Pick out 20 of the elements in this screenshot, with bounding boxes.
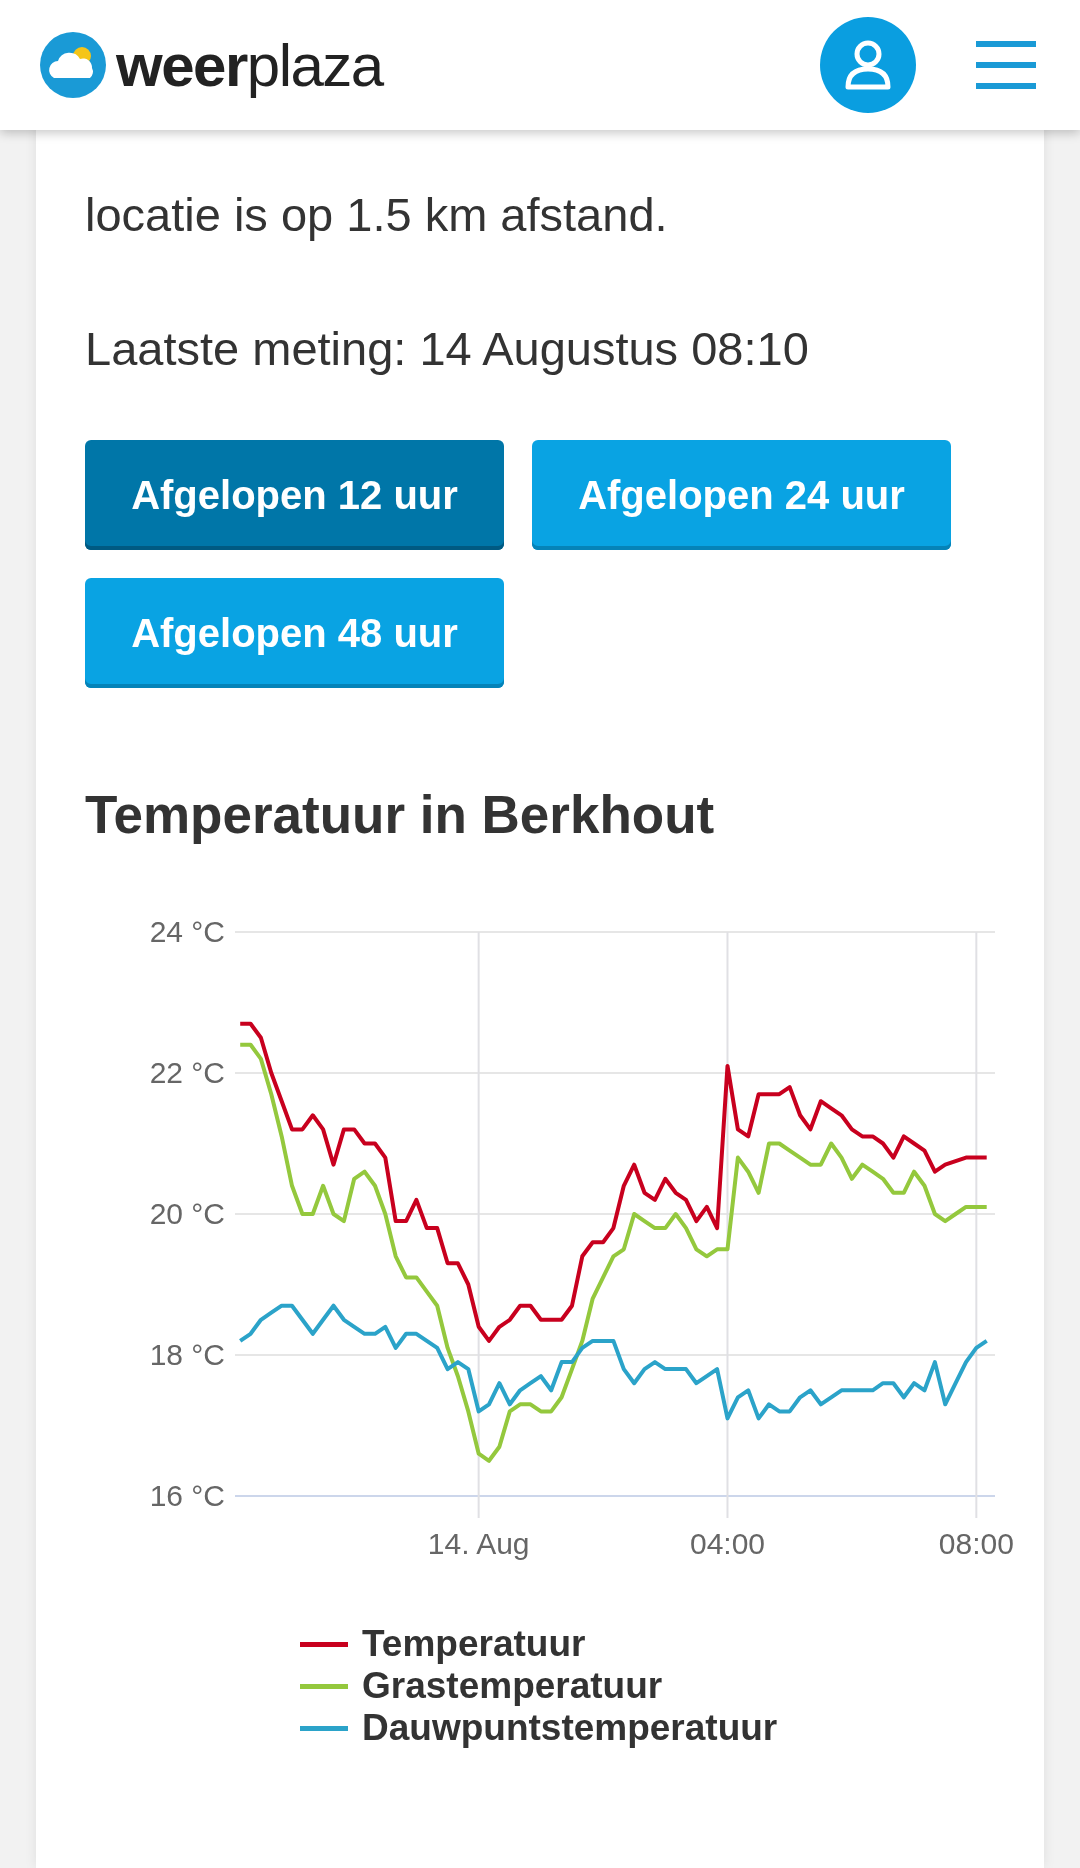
last-measurement-text: Laatste meting: 14 Augustus 08:10 bbox=[85, 321, 810, 377]
logo-text[interactable]: weerplaza bbox=[116, 30, 383, 100]
y-axis-label: 18 °C bbox=[149, 1338, 225, 1371]
y-axis-label: 24 °C bbox=[149, 915, 225, 948]
x-axis-label: 08:00 bbox=[938, 1527, 1014, 1560]
user-icon bbox=[844, 39, 892, 91]
x-axis-label: 04:00 bbox=[689, 1527, 766, 1560]
legend-label[interactable]: Temperatuur bbox=[362, 1625, 586, 1663]
y-axis-label: 16 °C bbox=[149, 1479, 225, 1512]
cloud-sun-logo-icon bbox=[40, 32, 106, 98]
menu-icon bbox=[976, 41, 1036, 89]
chart-title: Temperatuur in Berkhout bbox=[85, 785, 716, 845]
legend-label[interactable]: Dauwpuntstemperatuur bbox=[362, 1709, 778, 1747]
period-button[interactable]: Afgelopen 12 uur bbox=[85, 440, 504, 550]
y-axis-label: 22 °C bbox=[149, 1056, 225, 1089]
y-axis-label: 20 °C bbox=[149, 1197, 225, 1230]
x-axis-label: 14. Aug bbox=[427, 1527, 530, 1560]
menu-button[interactable] bbox=[976, 41, 1036, 89]
station-info-text: locatie is op 1.5 km afstand. bbox=[85, 187, 669, 243]
legend-label[interactable]: Grastemperatuur bbox=[362, 1667, 663, 1705]
